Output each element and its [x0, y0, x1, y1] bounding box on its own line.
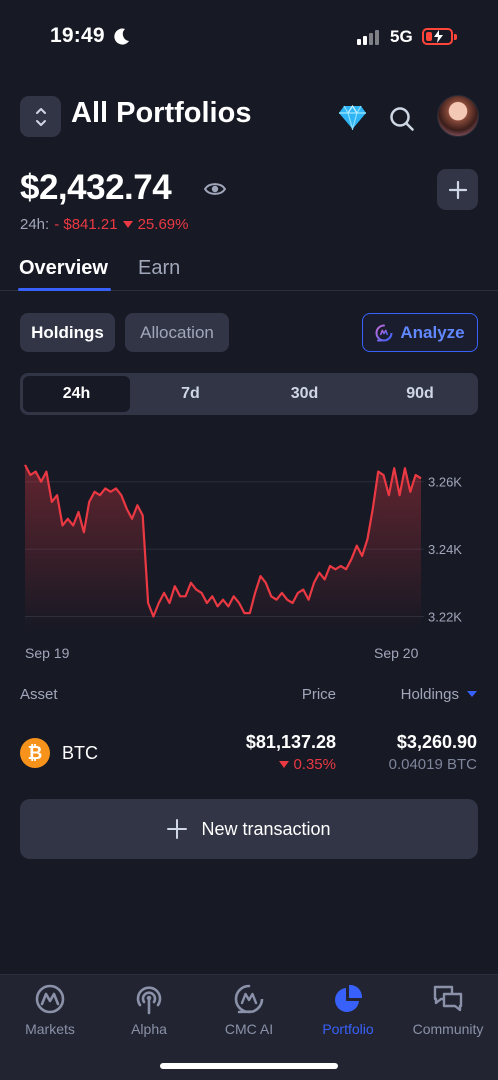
- time-range-selector: 24h 7d 30d 90d: [20, 373, 478, 415]
- new-transaction-button[interactable]: New transaction: [20, 799, 478, 859]
- asset-change-percent: 0.35%: [293, 756, 336, 773]
- nav-portfolio[interactable]: Portfolio: [298, 983, 398, 1037]
- eye-icon[interactable]: [204, 181, 226, 197]
- caret-down-icon: [122, 220, 133, 228]
- nav-markets[interactable]: Markets: [0, 983, 100, 1037]
- tab-earn[interactable]: Earn: [138, 257, 180, 280]
- asset-symbol[interactable]: BTC: [62, 743, 98, 764]
- y-tick-label: 3.24K: [428, 542, 462, 557]
- analyze-label: Analyze: [400, 322, 465, 342]
- nav-cmc-ai-label: CMC AI: [224, 1021, 274, 1037]
- signal-icon: [357, 30, 379, 45]
- plus-icon: [167, 819, 188, 839]
- holdings-column-header[interactable]: Holdings: [401, 686, 477, 703]
- nav-alpha-label: Alpha: [131, 1021, 167, 1037]
- asset-column-header: Asset: [20, 686, 58, 703]
- change-period-label: 24h:: [20, 216, 50, 233]
- ai-sparkle-icon: [375, 324, 393, 341]
- cmc-ai-icon: [234, 984, 264, 1014]
- asset-holdings-qty: 0.04019 BTC: [388, 756, 477, 773]
- range-30d[interactable]: 30d: [251, 376, 358, 412]
- moon-icon: [114, 28, 129, 45]
- nav-alpha[interactable]: Alpha: [99, 983, 199, 1037]
- price-column-header[interactable]: Price: [302, 686, 336, 703]
- avatar[interactable]: [437, 95, 479, 137]
- diamond-icon[interactable]: [338, 105, 367, 130]
- nav-community[interactable]: Community: [398, 983, 498, 1037]
- range-7d[interactable]: 7d: [137, 376, 244, 412]
- status-time: 19:49: [50, 24, 105, 47]
- new-transaction-label: New transaction: [201, 818, 331, 839]
- plus-icon: [448, 180, 467, 199]
- portfolio-chart[interactable]: 3.26K 3.24K 3.22K: [0, 440, 498, 640]
- search-icon[interactable]: [389, 106, 415, 132]
- asset-holdings-value: $3,260.90: [396, 732, 477, 752]
- battery-icon: [422, 28, 453, 45]
- nav-portfolio-label: Portfolio: [322, 1021, 374, 1037]
- portfolio-balance: $2,432.74: [20, 168, 172, 207]
- community-icon: [433, 985, 463, 1012]
- nav-cmc-ai[interactable]: CMC AI: [199, 983, 299, 1037]
- portfolio-switch-button[interactable]: [20, 96, 61, 137]
- markets-icon: [35, 984, 65, 1014]
- y-tick-label: 3.26K: [428, 475, 462, 490]
- alpha-icon: [136, 986, 162, 1015]
- nav-community-label: Community: [412, 1021, 484, 1037]
- x-axis-label-start: Sep 19: [25, 645, 70, 661]
- page-title[interactable]: All Portfolios: [71, 97, 251, 130]
- holdings-header-label: Holdings: [400, 686, 459, 703]
- change-amount: - $841.21: [54, 216, 118, 233]
- asset-price-change: 0.35%: [279, 756, 336, 773]
- home-indicator: [160, 1063, 338, 1069]
- range-90d[interactable]: 90d: [365, 376, 475, 412]
- holdings-toggle[interactable]: Holdings: [20, 313, 115, 352]
- change-percent: 25.69%: [137, 216, 189, 233]
- btc-icon: ₿: [20, 738, 50, 768]
- chart-area: [25, 464, 421, 630]
- chevron-up-down-icon: [35, 107, 46, 126]
- range-24h[interactable]: 24h: [23, 376, 130, 412]
- sort-caret-icon: [467, 691, 477, 697]
- nav-markets-label: Markets: [25, 1021, 75, 1037]
- asset-price: $81,137.28: [245, 732, 336, 752]
- battery-tip: [454, 34, 457, 40]
- portfolio-icon: [335, 984, 363, 1012]
- balance-change: 24h: - $841.21 25.69%: [20, 216, 188, 233]
- tab-overview[interactable]: Overview: [19, 257, 108, 280]
- add-portfolio-button[interactable]: [437, 169, 478, 210]
- active-tab-indicator: [18, 288, 111, 291]
- network-label: 5G: [390, 27, 413, 46]
- allocation-toggle[interactable]: Allocation: [125, 313, 229, 352]
- analyze-button[interactable]: Analyze: [362, 313, 478, 352]
- x-axis-label-end: Sep 20: [374, 645, 419, 661]
- caret-down-icon: [279, 760, 290, 768]
- y-tick-label: 3.22K: [428, 610, 462, 625]
